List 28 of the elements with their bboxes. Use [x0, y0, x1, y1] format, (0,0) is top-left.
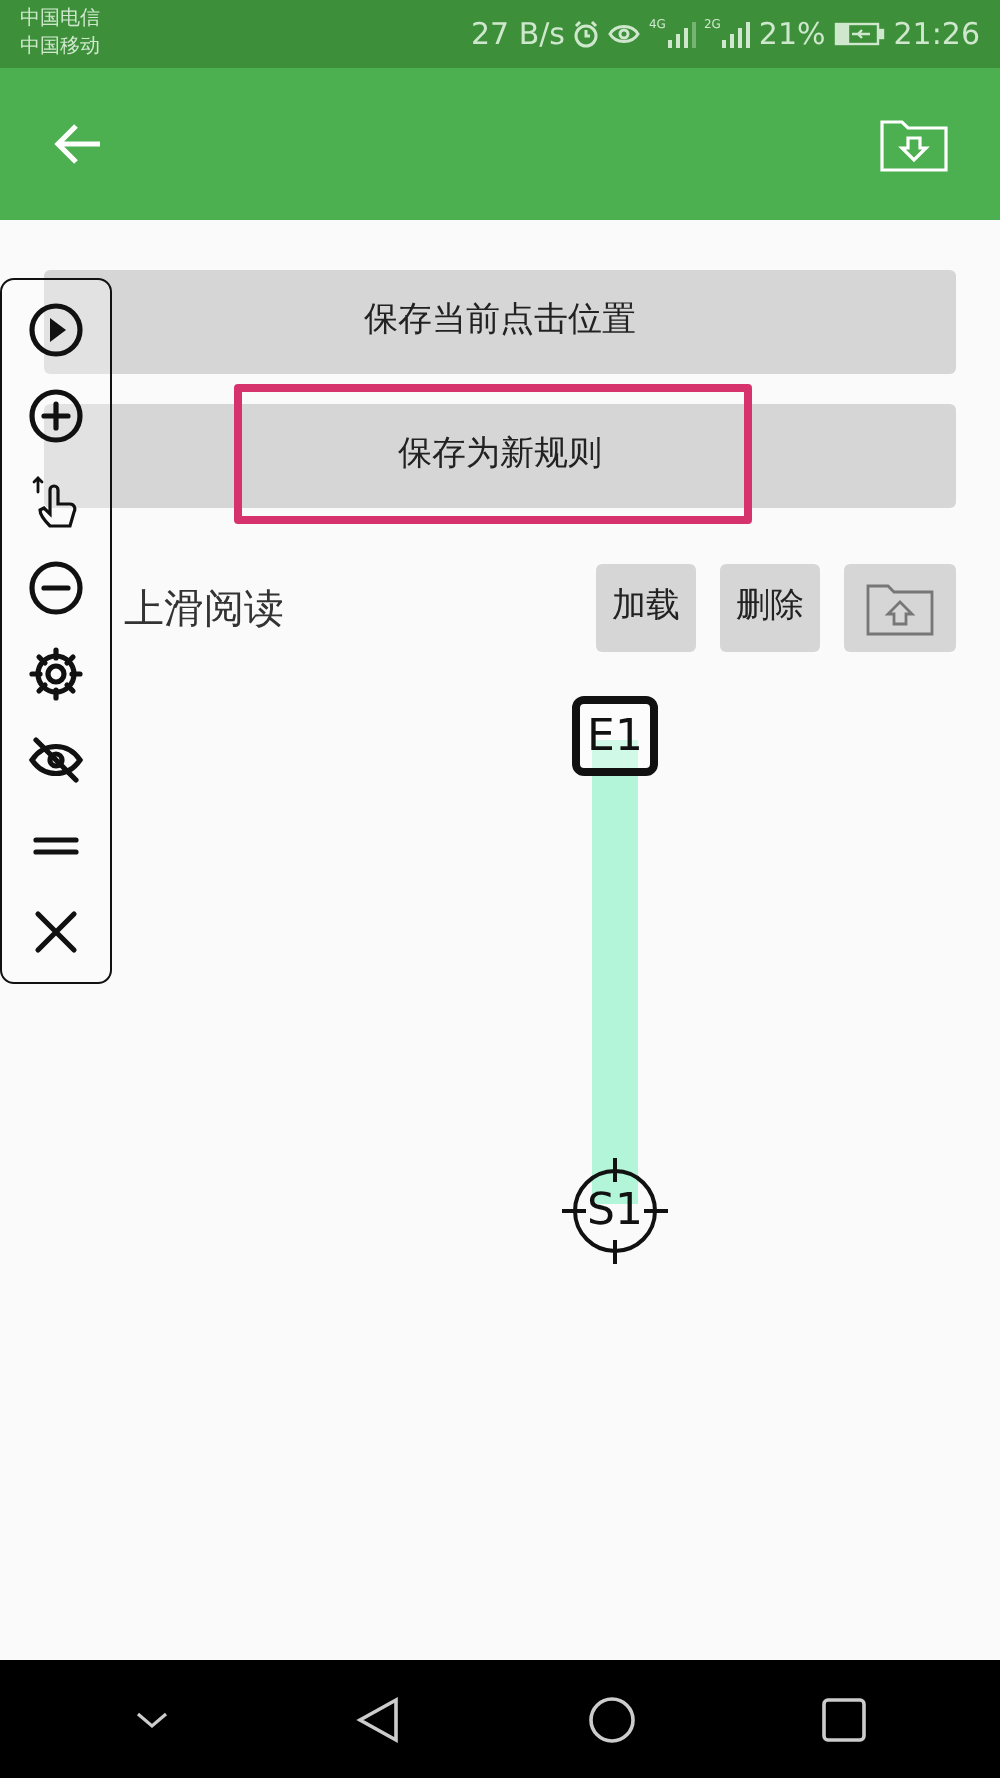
folder-download-icon[interactable]	[880, 116, 948, 172]
network-speed: 27 B/s	[470, 13, 565, 56]
rule-button[interactable]: 删除	[720, 564, 820, 652]
battery-percent: 21%	[758, 13, 826, 56]
recent-apps-icon[interactable]	[822, 1697, 867, 1741]
rule-name: 上滑阅读	[124, 582, 284, 636]
alarm-icon	[572, 20, 601, 48]
back-icon[interactable]	[356, 1695, 401, 1743]
zoom-in-icon[interactable]	[26, 386, 86, 446]
chevron-down-icon[interactable]	[133, 1709, 170, 1729]
carrier-name: 中国移动	[20, 34, 100, 62]
signal-icon	[667, 20, 696, 48]
folder-upload-icon	[866, 580, 934, 636]
end-point-marker: E1	[572, 696, 658, 776]
settings-icon[interactable]	[26, 644, 86, 704]
action-button[interactable]: 保存当前点击位置	[44, 270, 956, 374]
clock: 21:26	[893, 13, 980, 56]
carrier-name: 中国电信	[20, 6, 100, 34]
zoom-out-icon[interactable]	[26, 558, 86, 618]
home-icon[interactable]	[587, 1695, 636, 1743]
signal-icon	[722, 20, 751, 48]
upload-button[interactable]	[844, 564, 956, 652]
play-icon[interactable]	[26, 300, 86, 360]
rule-button[interactable]: 加载	[596, 564, 696, 652]
battery-charging-icon	[833, 22, 886, 46]
back-arrow-icon[interactable]	[52, 120, 104, 168]
eye-icon	[608, 22, 641, 46]
action-button[interactable]: 保存为新规则	[44, 404, 956, 508]
